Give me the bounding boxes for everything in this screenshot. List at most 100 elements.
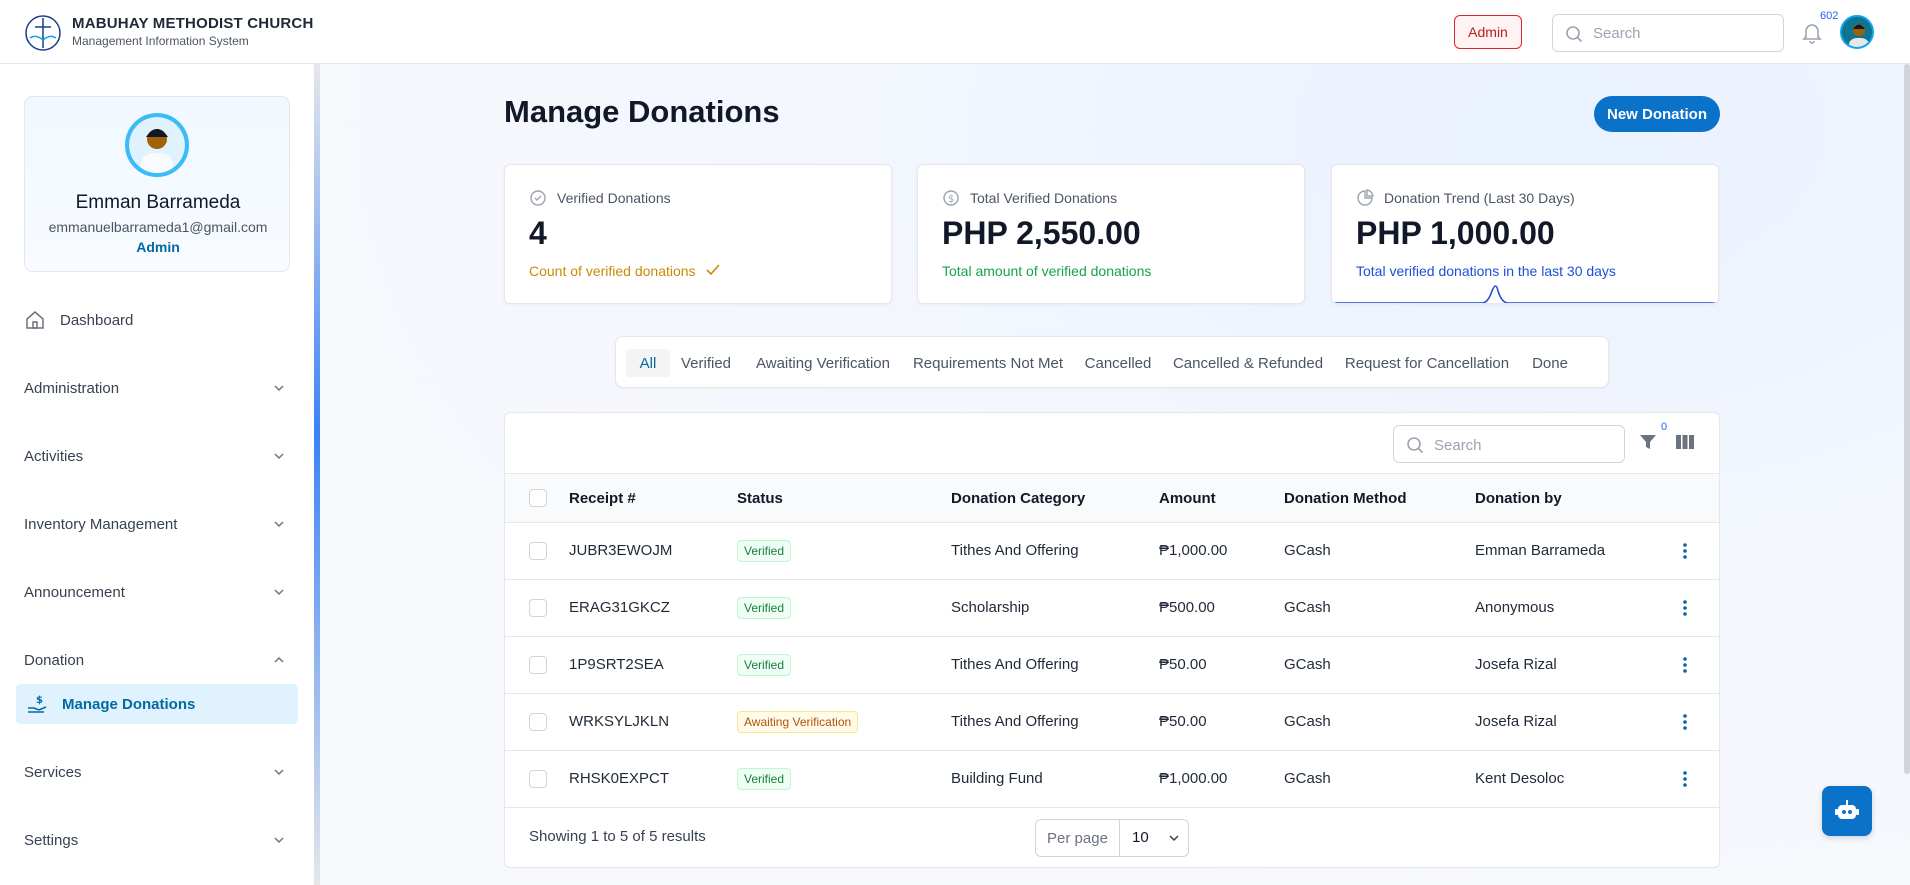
page-scrollbar[interactable]: [1904, 64, 1910, 774]
sidebar-item-inventory[interactable]: Inventory Management: [24, 504, 290, 544]
sidebar-item-administration[interactable]: Administration: [24, 368, 290, 408]
donation-method: GCash: [1284, 656, 1331, 673]
sidebar-item-announcement[interactable]: Announcement: [24, 572, 290, 612]
sidebar-item-label: Activities: [24, 447, 84, 465]
chevron-down-icon: [274, 521, 284, 528]
stat-card-trend: Donation Trend (Last 30 Days) PHP 1,000.…: [1331, 164, 1719, 304]
profile-avatar[interactable]: [125, 113, 189, 177]
new-donation-button[interactable]: New Donation: [1594, 96, 1720, 132]
column-header[interactable]: Receipt #: [569, 490, 636, 507]
global-search[interactable]: [1552, 14, 1784, 52]
global-search-input[interactable]: [1593, 23, 1773, 43]
row-actions-icon[interactable]: [1681, 598, 1689, 618]
filter-icon[interactable]: [1639, 433, 1657, 451]
row-actions-icon[interactable]: [1681, 541, 1689, 561]
chevron-down-icon: [274, 589, 284, 596]
receipt-number: JUBR3EWOJM: [569, 542, 673, 559]
status-badge: Verified: [737, 540, 792, 562]
tab-request-cancellation[interactable]: Request for Cancellation: [1340, 349, 1514, 377]
donation-category: Building Fund: [951, 770, 1043, 787]
per-page-label: Per page: [1036, 820, 1120, 856]
donation-category: Tithes And Offering: [951, 542, 1079, 559]
check-circle-icon: [530, 190, 546, 206]
sidebar-item-label: Donation: [24, 651, 85, 669]
profile-photo-icon: [129, 117, 185, 173]
tab-cancelled[interactable]: Cancelled: [1080, 349, 1156, 377]
stat-card-verified-count: Verified Donations 4 Count of verified d…: [504, 164, 892, 304]
stat-value: PHP 1,000.00: [1356, 215, 1555, 251]
sidebar-item-label: Administration: [24, 379, 120, 397]
filter-count: 0: [1661, 421, 1668, 433]
row-checkbox[interactable]: [529, 599, 547, 617]
app-subtitle: Management Information System: [72, 34, 249, 48]
column-header[interactable]: Donation Method: [1284, 490, 1406, 507]
church-logo-icon[interactable]: [24, 14, 62, 52]
table-row[interactable]: ERAG31GKCZ Verified Scholarship ₱500.00 …: [505, 580, 1719, 637]
tab-all[interactable]: All: [626, 349, 670, 377]
donation-by: Anonymous: [1475, 599, 1555, 616]
receipt-number: ERAG31GKCZ: [569, 599, 670, 616]
per-page-select[interactable]: Per page 10: [1035, 819, 1189, 857]
sidebar-item-donation[interactable]: Donation: [24, 640, 290, 680]
table-row[interactable]: JUBR3EWOJM Verified Tithes And Offering …: [505, 523, 1719, 580]
tab-requirements-not-met[interactable]: Requirements Not Met: [908, 349, 1068, 377]
stat-value: PHP 2,550.00: [942, 215, 1141, 251]
row-checkbox[interactable]: [529, 542, 547, 560]
donation-amount: ₱50.00: [1159, 656, 1207, 673]
profile-email: emmanuelbarrameda1@gmail.com: [48, 219, 268, 235]
donation-category: Tithes And Offering: [951, 713, 1079, 730]
receipt-number: 1P9SRT2SEA: [569, 656, 664, 673]
row-actions-icon[interactable]: [1681, 712, 1689, 732]
donation-category: Tithes And Offering: [951, 656, 1079, 673]
hand-coin-icon: $: [28, 695, 47, 713]
row-actions-icon[interactable]: [1681, 769, 1689, 789]
table-row[interactable]: RHSK0EXPCT Verified Building Fund ₱1,000…: [505, 751, 1719, 808]
chevron-down-icon: [274, 769, 284, 776]
tab-done[interactable]: Done: [1524, 349, 1576, 377]
sidebar-item-manage-donations[interactable]: $ Manage Donations: [16, 684, 298, 724]
stat-value: 4: [529, 215, 547, 251]
admin-role-button[interactable]: Admin: [1454, 15, 1522, 49]
sidebar-item-label: Inventory Management: [24, 515, 178, 533]
per-page-value[interactable]: 10: [1132, 829, 1149, 846]
row-checkbox[interactable]: [529, 713, 547, 731]
row-actions-icon[interactable]: [1681, 655, 1689, 675]
column-header[interactable]: Donation Category: [951, 490, 1085, 507]
profile-name: Emman Barrameda: [75, 192, 241, 213]
receipt-number: RHSK0EXPCT: [569, 770, 670, 787]
chevron-down-icon: [274, 453, 284, 460]
column-header[interactable]: Status: [737, 490, 783, 507]
column-header[interactable]: Donation by: [1475, 490, 1562, 507]
bell-icon[interactable]: [1800, 20, 1824, 44]
sidebar-item-activities[interactable]: Activities: [24, 436, 290, 476]
sidebar-item-settings[interactable]: Settings: [24, 820, 290, 860]
table-row[interactable]: 1P9SRT2SEA Verified Tithes And Offering …: [505, 637, 1719, 694]
tab-verified[interactable]: Verified: [674, 349, 738, 377]
table-search-input[interactable]: [1434, 435, 1614, 455]
status-badge: Awaiting Verification: [737, 711, 859, 733]
svg-text:$: $: [948, 194, 954, 205]
row-checkbox[interactable]: [529, 656, 547, 674]
select-all-checkbox[interactable]: [529, 489, 547, 507]
sidebar-item-dashboard[interactable]: Dashboard: [24, 300, 290, 340]
stat-title: Verified Donations: [557, 190, 671, 206]
table-search[interactable]: [1393, 425, 1625, 463]
pagination-summary: Showing 1 to 5 of 5 results: [529, 828, 706, 845]
row-checkbox[interactable]: [529, 770, 547, 788]
chevron-down-icon: [1169, 835, 1179, 842]
columns-icon[interactable]: [1675, 433, 1695, 451]
user-avatar[interactable]: [1840, 15, 1874, 49]
donations-table-card: 0 Receipt # Status Donation Category Amo…: [504, 412, 1720, 868]
table-row[interactable]: WRKSYLJKLN Awaiting Verification Tithes …: [505, 694, 1719, 751]
pie-chart-icon: [1357, 189, 1374, 206]
sidebar-item-label: Settings: [24, 831, 79, 849]
chatbot-button[interactable]: [1822, 786, 1872, 836]
stat-description: Count of verified donations: [529, 263, 721, 279]
status-badge: Verified: [737, 654, 792, 676]
chevron-down-icon: [274, 385, 284, 392]
column-header[interactable]: Amount: [1159, 490, 1216, 507]
tab-cancelled-refunded[interactable]: Cancelled & Refunded: [1168, 349, 1328, 377]
page-title: Manage Donations: [504, 94, 780, 129]
tab-awaiting-verification[interactable]: Awaiting Verification: [750, 349, 896, 377]
sidebar-item-services[interactable]: Services: [24, 752, 290, 792]
